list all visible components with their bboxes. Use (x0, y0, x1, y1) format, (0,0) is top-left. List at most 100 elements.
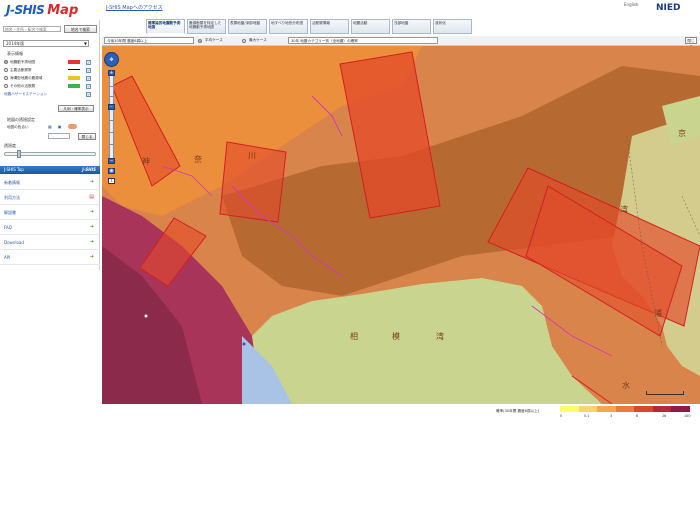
menu-header[interactable]: J-SHIS Top J-SHIS (0, 166, 100, 174)
arrow-icon: ➜ (89, 179, 94, 185)
legend-tick: 100 (684, 414, 691, 418)
menu-item-api[interactable]: API ➜ (0, 251, 100, 265)
menu-item-label: FAQ (4, 225, 12, 230)
legend-swatch (615, 406, 635, 412)
layer-row[interactable]: 地震ハザードステーション (4, 91, 96, 97)
radio-icon[interactable] (4, 76, 8, 80)
legend-button[interactable]: 凡例・確率表示 (58, 105, 94, 112)
legend-swatch (652, 406, 672, 412)
slider-thumb[interactable] (17, 150, 21, 158)
menu-item-manual[interactable]: 解説書 ➜ (0, 206, 100, 220)
tab-landslide[interactable]: 地すべり地形分布図 (269, 19, 308, 34)
layer-checkbox[interactable]: ✓ (86, 92, 91, 97)
map-label-kana-3: 川 (248, 151, 256, 160)
menu-item-faq[interactable]: FAQ ➜ (0, 221, 100, 235)
arrow-icon: ➜ (89, 239, 94, 245)
hazard-select[interactable]: 今後30年間 震度6弱以上 (104, 37, 194, 44)
map-label-bay: 湾 (620, 205, 628, 214)
layer-row[interactable]: 主要活断層帯 (4, 67, 96, 73)
legend-swatch (634, 406, 653, 412)
legend-swatch (671, 406, 691, 412)
map-label-sagami-2: 模 (392, 332, 400, 341)
tab-probabilistic[interactable]: 確率論的地震動予測地図 (146, 19, 185, 34)
map-label-kana-1: 神 (142, 157, 150, 166)
layer-label: 地震動予測地図 (10, 59, 36, 64)
radio-average[interactable]: 平均ケース (198, 38, 223, 43)
layer-checkbox[interactable]: ✓ (86, 68, 91, 73)
image-icon[interactable]: ▣ (58, 124, 62, 129)
category-select[interactable]: 30年 地震カテゴリー別（全地震）の確率 (288, 37, 438, 44)
legend-tick: 26 (662, 414, 667, 418)
tab-scenario[interactable]: 震源断層を特定した地震動予測地図 (187, 19, 226, 34)
search-input[interactable]: 地名・住所・駅名で検索 (3, 26, 61, 32)
english-link[interactable]: English (624, 2, 638, 7)
pan-control-icon[interactable]: ✥ (104, 52, 119, 67)
zoom-tick (110, 86, 113, 87)
map-canvas (102, 46, 700, 404)
layer-row[interactable]: 地震動予測地図 (4, 59, 96, 65)
layer-swatch (68, 69, 80, 70)
zoom-in-icon[interactable]: + (108, 70, 115, 76)
radio-icon (198, 38, 202, 43)
map-label-ura: 浦 (654, 309, 662, 318)
layer-swatch (68, 60, 80, 64)
layer-label: 主要活断層帯 (10, 67, 32, 72)
layer-checkbox[interactable]: ✓ (86, 60, 91, 65)
menu-item-usage[interactable]: 利用方法 ▤ (0, 191, 100, 205)
opacity-label: 地図の色合い (7, 125, 29, 129)
top-link[interactable]: J-SHIS Mapへのアクセス (106, 4, 163, 11)
layer-label: 海溝型地震の震源域 (10, 75, 43, 80)
layer-swatch (68, 84, 80, 88)
legend-color-bar (560, 406, 691, 412)
map-toolbar: 今後30年間 震度6弱以上 平均ケース 最大ケース 30年 地震カテゴリー別（全… (102, 36, 700, 49)
menu-item-label: Download (4, 240, 24, 245)
color-swatch[interactable] (67, 124, 77, 129)
menu-item-news[interactable]: 新着情報 ➜ (0, 176, 100, 190)
tab-seismicity[interactable]: 地震活動 (351, 19, 390, 34)
menu-item-label: 利用方法 (4, 195, 20, 200)
radio-icon[interactable] (4, 68, 8, 72)
menu-item-download[interactable]: Download ➜ (0, 236, 100, 250)
main-tabs: 確率論的地震動予測地図 震源断層を特定した地震動予測地図 表層地盤/深部地盤 地… (146, 19, 474, 34)
version-select[interactable]: 2014年版 ▼ (3, 40, 89, 47)
version-select-value: 2014年版 (6, 41, 25, 46)
arrow-icon: ➜ (89, 224, 94, 230)
layer-checkbox[interactable]: ✓ (86, 76, 91, 81)
legend-swatch (597, 406, 616, 412)
map-label-sagami-3: 湾 (436, 332, 444, 341)
hazard-map[interactable]: ✥ + – − ◉ i 相 模 湾 京 湾 浦 水 神 奈 川 (102, 46, 700, 404)
layer-checkbox[interactable]: ✓ (86, 84, 91, 89)
tab-active-fault[interactable]: 活断層情報 (310, 19, 349, 34)
zoom-out-icon[interactable]: − (108, 158, 115, 164)
legend-tick: 0 (560, 414, 563, 418)
header: J-SHIS Map J-SHIS Mapへのアクセス English NIED (0, 0, 700, 20)
close-button[interactable]: 閉じる (78, 133, 96, 140)
tab-ground[interactable]: 表層地盤/深部地盤 (228, 19, 267, 34)
globe-icon[interactable]: ◉ (108, 168, 115, 174)
layer-row[interactable]: その他の活断層 (4, 83, 96, 89)
legend-ticks: 0 0.1 3 6 26 100 (556, 414, 696, 419)
opacity-title: 地図の透過設定 (7, 117, 35, 122)
chevron-down-icon: ▼ (83, 41, 87, 46)
zoom-tick (110, 120, 113, 121)
toolbar-close-button[interactable]: 閉じる (685, 37, 697, 49)
legend-swatch (578, 406, 598, 412)
zoom-handle[interactable]: – (108, 104, 115, 110)
tab-shallow-ground[interactable]: 浅部地盤 (392, 19, 431, 34)
info-icon[interactable]: i (108, 178, 115, 184)
radio-icon[interactable] (4, 84, 8, 88)
radio-icon (242, 38, 246, 43)
jshis-logo[interactable]: J-SHIS Map (6, 1, 78, 19)
logo-text: J-SHIS (6, 3, 45, 17)
opacity-input[interactable] (48, 133, 70, 139)
grid-icon[interactable]: ▦ (48, 124, 52, 129)
legend-swatch (560, 406, 579, 412)
nied-logo[interactable]: NIED (656, 3, 681, 13)
tab-liquefaction[interactable]: 液状化 (433, 19, 472, 34)
layer-row[interactable]: 海溝型地震の震源域 (4, 75, 96, 81)
radio-max[interactable]: 最大ケース (242, 38, 267, 43)
search-button[interactable]: 地名で検索 (64, 25, 97, 33)
radio-icon[interactable] (4, 60, 8, 64)
legend-tick: 6 (636, 414, 639, 418)
arrow-icon: ➜ (89, 254, 94, 260)
